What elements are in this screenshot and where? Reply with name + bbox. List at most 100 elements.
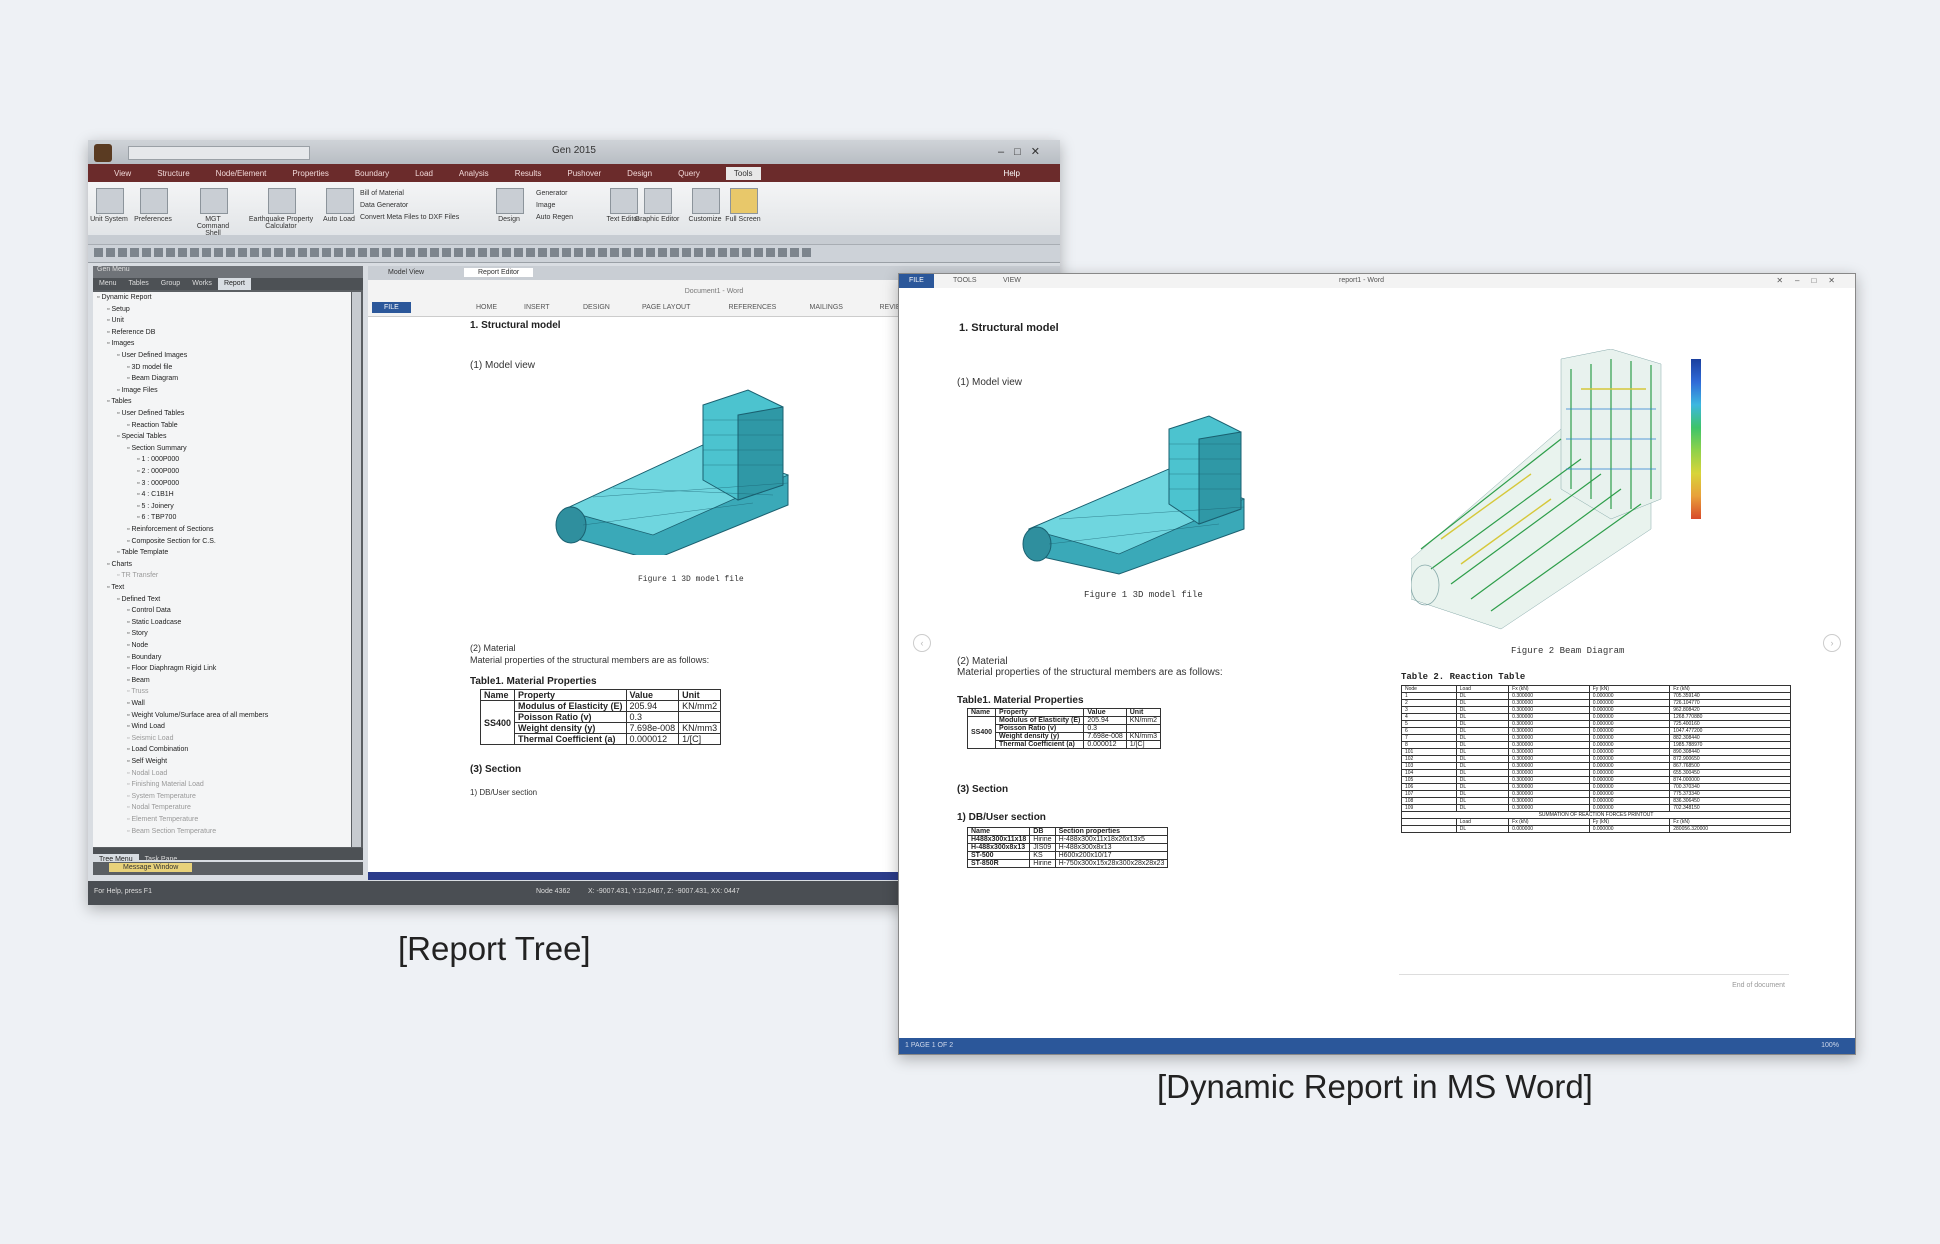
tree-node[interactable]: ▫ Images bbox=[107, 340, 134, 347]
toolbar-button[interactable] bbox=[190, 248, 199, 257]
toolbar-button[interactable] bbox=[274, 248, 283, 257]
toolbar-button[interactable] bbox=[646, 248, 655, 257]
tree-node[interactable]: ▫ Nodal Temperature bbox=[127, 804, 191, 811]
menu-properties[interactable]: Properties bbox=[292, 169, 328, 178]
toolbar-button[interactable] bbox=[574, 248, 583, 257]
menu-results[interactable]: Results bbox=[515, 169, 542, 178]
tree-node[interactable]: ▫ Load Combination bbox=[127, 746, 188, 753]
toolbar-button[interactable] bbox=[406, 248, 415, 257]
toolbar-button[interactable] bbox=[358, 248, 367, 257]
tree-node[interactable]: ▫ Nodal Load bbox=[127, 770, 167, 777]
tree-node[interactable]: ▫ 5 : Joinery bbox=[137, 503, 174, 510]
toolbar-button[interactable] bbox=[586, 248, 595, 257]
image-item[interactable]: Image bbox=[536, 202, 555, 209]
tree-node[interactable]: ▫ 6 : TBP700 bbox=[137, 514, 176, 521]
toolbar-button[interactable] bbox=[334, 248, 343, 257]
toolbar-button[interactable] bbox=[478, 248, 487, 257]
editor-tab-home[interactable]: HOME bbox=[476, 304, 497, 311]
convert-meta-item[interactable]: Convert Meta Files to DXF Files bbox=[360, 214, 459, 221]
tree-node[interactable]: ▫ Element Temperature bbox=[127, 816, 198, 823]
preferences-button[interactable] bbox=[140, 188, 168, 214]
editor-tab-page-layout[interactable]: PAGE LAYOUT bbox=[642, 304, 690, 311]
toolbar-button[interactable] bbox=[430, 248, 439, 257]
toolbar-button[interactable] bbox=[718, 248, 727, 257]
editor-tab-mailings[interactable]: MAILINGS bbox=[810, 304, 843, 311]
tree-node[interactable]: ▫ Reference DB bbox=[107, 329, 155, 336]
menu-tools[interactable]: Tools bbox=[725, 166, 761, 180]
toolbar-button[interactable] bbox=[298, 248, 307, 257]
toolbar-button[interactable] bbox=[658, 248, 667, 257]
toolbar-button[interactable] bbox=[598, 248, 607, 257]
tree-node[interactable]: ▫ Image Files bbox=[117, 387, 158, 394]
design-button[interactable] bbox=[496, 188, 524, 214]
bill-of-material-item[interactable]: Bill of Material bbox=[360, 190, 404, 197]
toolbar-button[interactable] bbox=[778, 248, 787, 257]
tree-node[interactable]: ▫ Story bbox=[127, 630, 148, 637]
toolbar-button[interactable] bbox=[526, 248, 535, 257]
tree-node[interactable]: ▫ TR Transfer bbox=[117, 572, 158, 579]
tree-node[interactable]: ▫ Setup bbox=[107, 306, 130, 313]
toolbar-button[interactable] bbox=[538, 248, 547, 257]
tree-node[interactable]: ▫ Floor Diaphragm Rigid Link bbox=[127, 665, 216, 672]
tree-node[interactable]: ▫ Special Tables bbox=[117, 433, 166, 440]
toolbar-button[interactable] bbox=[250, 248, 259, 257]
tree-node[interactable]: ▫ Boundary bbox=[127, 654, 161, 661]
toolbar-button[interactable] bbox=[394, 248, 403, 257]
tree-node[interactable]: ▫ Dynamic Report bbox=[97, 294, 152, 301]
toolbar-button[interactable] bbox=[202, 248, 211, 257]
tree-node[interactable]: ▫ System Temperature bbox=[127, 793, 196, 800]
toolbar-button[interactable] bbox=[502, 248, 511, 257]
tree-node[interactable]: ▫ Beam Diagram bbox=[127, 375, 178, 382]
tree-node[interactable]: ▫ Beam bbox=[127, 677, 150, 684]
toolbar-button[interactable] bbox=[94, 248, 103, 257]
tree-node[interactable]: ▫ Weight Volume/Surface area of all memb… bbox=[127, 712, 268, 719]
tree-node[interactable]: ▫ Defined Text bbox=[117, 596, 160, 603]
message-window-tab[interactable]: Message Window bbox=[109, 863, 193, 872]
tree-node[interactable]: ▫ 4 : C1B1H bbox=[137, 491, 174, 498]
tab-model-view[interactable]: Model View bbox=[374, 268, 438, 277]
toolbar-button[interactable] bbox=[466, 248, 475, 257]
menu-analysis[interactable]: Analysis bbox=[459, 169, 489, 178]
toolbar-button[interactable] bbox=[370, 248, 379, 257]
toolbar-button[interactable] bbox=[694, 248, 703, 257]
menu-design[interactable]: Design bbox=[627, 169, 652, 178]
tree-node[interactable]: ▫ Composite Section for C.S. bbox=[127, 538, 216, 545]
generator-item[interactable]: Generator bbox=[536, 190, 568, 197]
toolbar-button[interactable] bbox=[118, 248, 127, 257]
toolbar-button[interactable] bbox=[286, 248, 295, 257]
editor-tab-design[interactable]: DESIGN bbox=[583, 304, 610, 311]
zoom-level[interactable]: 100% bbox=[1821, 1042, 1839, 1049]
toolbar-button[interactable] bbox=[166, 248, 175, 257]
panel-tab-tables[interactable]: Tables bbox=[123, 278, 155, 290]
tree-node[interactable]: ▫ Reinforcement of Sections bbox=[127, 526, 214, 533]
toolbar-button[interactable] bbox=[130, 248, 139, 257]
tree-node[interactable]: ▫ Wind Load bbox=[127, 723, 165, 730]
panel-tab-group[interactable]: Group bbox=[155, 278, 186, 290]
toolbar-button[interactable] bbox=[106, 248, 115, 257]
full-screen-button[interactable] bbox=[730, 188, 758, 214]
toolbar-button[interactable] bbox=[442, 248, 451, 257]
menu-structure[interactable]: Structure bbox=[157, 169, 189, 178]
tree-node[interactable]: ▫ 3 : 000P000 bbox=[137, 480, 179, 487]
menu-query[interactable]: Query bbox=[678, 169, 700, 178]
toolbar-button[interactable] bbox=[382, 248, 391, 257]
tree-scrollbar[interactable] bbox=[352, 292, 361, 847]
tree-node[interactable]: ▫ Truss bbox=[127, 688, 149, 695]
tree-node[interactable]: ▫ Static Loadcase bbox=[127, 619, 181, 626]
tree-node[interactable]: ▫ Beam Section Temperature bbox=[127, 828, 216, 835]
tree-node[interactable]: ▫ Seismic Load bbox=[127, 735, 173, 742]
toolbar-button[interactable] bbox=[730, 248, 739, 257]
unit-system-button[interactable] bbox=[96, 188, 124, 214]
window-controls[interactable]: –□✕ bbox=[998, 145, 1050, 158]
panel-tab-works[interactable]: Works bbox=[186, 278, 218, 290]
tree-node[interactable]: ▫ Text bbox=[107, 584, 124, 591]
menu-load[interactable]: Load bbox=[415, 169, 433, 178]
toolbar-button[interactable] bbox=[634, 248, 643, 257]
toolbar-button[interactable] bbox=[226, 248, 235, 257]
auto-regen-item[interactable]: Auto Regen bbox=[536, 214, 573, 221]
toolbar-button[interactable] bbox=[706, 248, 715, 257]
toolbar-button[interactable] bbox=[766, 248, 775, 257]
graphic-editor-button[interactable] bbox=[644, 188, 672, 214]
tree-node[interactable]: ▫ Table Template bbox=[117, 549, 168, 556]
editor-tab-insert[interactable]: INSERT bbox=[524, 304, 550, 311]
